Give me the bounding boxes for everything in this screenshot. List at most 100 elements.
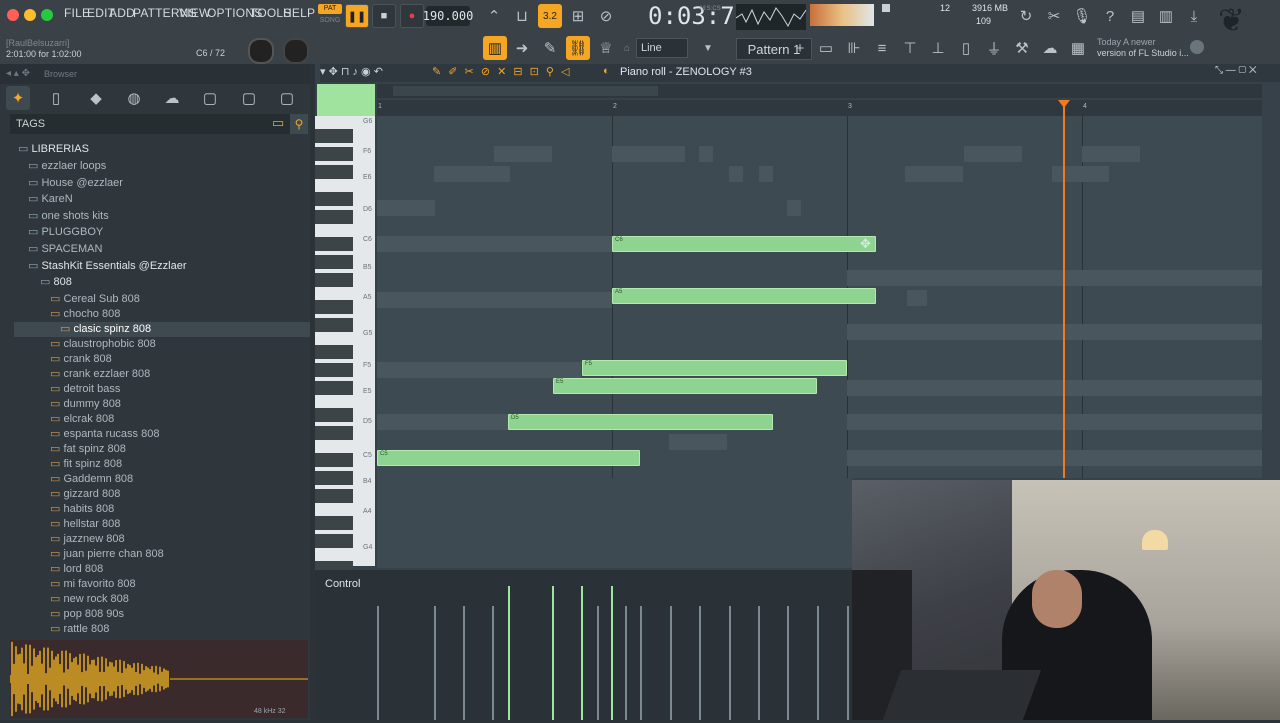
stamp-icon[interactable]: ♕ <box>594 36 618 60</box>
pat-mode-toggle[interactable]: PAT <box>318 4 342 14</box>
velocity-bar[interactable] <box>625 606 627 720</box>
tree-folder[interactable]: ▭ StashKit Essentials @Ezzlaer <box>28 259 187 274</box>
file-item[interactable]: ▭ new rock 808 <box>50 592 129 607</box>
file-item[interactable]: ▭ chocho 808 <box>50 307 120 322</box>
black-key[interactable] <box>315 147 353 161</box>
velocity-bar[interactable] <box>552 586 554 720</box>
black-key[interactable] <box>315 237 353 251</box>
piano-roll-menu-icon[interactable]: ▾ ✥ ⊓ ♪ ◉ ↶ <box>320 65 383 78</box>
file-icon[interactable]: ▯ <box>954 36 978 60</box>
file-item[interactable]: ▭ espanta rucass 808 <box>50 427 159 442</box>
file-item[interactable]: ▭ lord 808 <box>50 562 103 577</box>
file-item[interactable]: ▭ pop 808 90s <box>50 607 124 622</box>
piano-roll-title[interactable]: Piano roll - ZENOLOGY #3 <box>620 66 752 78</box>
menu-add[interactable]: ADD <box>109 6 135 20</box>
close-window-button[interactable] <box>7 9 19 21</box>
speaker-icon[interactable]: ◐ <box>603 65 610 77</box>
velocity-bar[interactable] <box>611 586 613 720</box>
help-icon[interactable]: ? <box>1098 4 1122 28</box>
microphone-icon[interactable]: 🎙 <box>1070 4 1094 28</box>
add-pattern-icon[interactable]: + <box>788 36 812 60</box>
mixer-tool-icon[interactable]: ✂ <box>1042 4 1066 28</box>
browser-folder-icon[interactable]: ▢ <box>198 86 222 110</box>
timeline-overview[interactable] <box>377 84 1262 98</box>
song-mode-toggle[interactable]: SONG <box>318 16 342 26</box>
velocity-bar[interactable] <box>492 606 494 720</box>
black-key[interactable] <box>315 318 353 332</box>
tree-folder[interactable]: ▭ PLUGGBOY <box>28 225 103 240</box>
black-key[interactable] <box>315 534 353 548</box>
hierarchy-icon[interactable]: ⊥ <box>926 36 950 60</box>
file-item[interactable]: ▭ fit spinz 808 <box>50 457 122 472</box>
master-pitch-knob[interactable] <box>283 38 309 64</box>
minimize-window-button[interactable] <box>24 9 36 21</box>
tree-folder[interactable]: ▭ House @ezzlaer <box>28 176 123 191</box>
black-key[interactable] <box>315 129 353 143</box>
velocity-bar[interactable] <box>434 606 436 720</box>
record-button[interactable]: ● <box>400 4 424 28</box>
velocity-bar[interactable] <box>847 606 849 720</box>
black-key[interactable] <box>315 165 353 179</box>
tags-label[interactable]: TAGS <box>16 118 45 130</box>
arrow-right-icon[interactable]: ➜ <box>510 36 534 60</box>
timeline-ruler[interactable]: 1 2 3 4 <box>377 100 1262 116</box>
save-icon[interactable]: ▤ <box>1126 4 1150 28</box>
browser-cloud-icon[interactable]: ☁ <box>160 86 184 110</box>
plug-icon[interactable]: ⏚ <box>982 36 1006 60</box>
velocity-bar[interactable] <box>508 586 510 720</box>
file-item[interactable]: ▭ detroit bass <box>50 382 120 397</box>
black-key[interactable] <box>315 273 353 287</box>
velocity-bar[interactable] <box>640 606 642 720</box>
browser-recent-icon[interactable]: ▢ <box>237 86 261 110</box>
file-item[interactable]: ▭ crank 808 <box>50 352 112 367</box>
sliders-icon[interactable]: ⊤ <box>898 36 922 60</box>
overview-scroll-thumb[interactable] <box>393 86 658 96</box>
browser-db-icon[interactable]: ◍ <box>122 86 146 110</box>
playhead[interactable] <box>1063 100 1065 478</box>
maximize-window-button[interactable] <box>41 9 53 21</box>
file-item[interactable]: ▭ juan pierre chan 808 <box>50 547 164 562</box>
playhead-marker-icon[interactable] <box>1058 100 1070 108</box>
note[interactable]: A5 <box>612 288 876 304</box>
black-key[interactable] <box>315 453 353 467</box>
channel-rack-icon[interactable]: ⊪ <box>842 36 866 60</box>
black-key[interactable] <box>315 363 353 377</box>
file-item[interactable]: ▭ Cereal Sub 808 <box>50 292 140 307</box>
tempo-display[interactable]: 190.000 <box>423 6 473 26</box>
tree-folder[interactable]: ▭ ezzlaer loops <box>28 159 106 174</box>
browser-files-icon[interactable]: ▯ <box>44 86 68 110</box>
file-item[interactable]: ▭ habits 808 <box>50 502 114 517</box>
pencil-tool-icon[interactable]: ✎ <box>538 36 562 60</box>
countdown-icon[interactable]: 3.2 <box>538 4 562 28</box>
file-item[interactable]: ▭ claustrophobic 808 <box>50 337 156 352</box>
piano-keyboard[interactable]: G6 F6 E6 D6 C6 B5 A5 G5 F5 E5 D5 C5 B4 A4 G4 <box>315 116 375 575</box>
black-key[interactable] <box>315 471 353 485</box>
note-grid[interactable]: C6 A5 F5 E5 D5 C5 <box>377 116 1262 478</box>
wrench-icon[interactable]: ⚒ <box>1010 36 1034 60</box>
undo-history-icon[interactable]: ↻ <box>1014 4 1038 28</box>
news-line-1[interactable]: Today A newer <box>1097 37 1156 47</box>
news-icon[interactable] <box>1190 40 1204 54</box>
download-icon[interactable]: ⤓ <box>1182 4 1206 28</box>
piano-roll-icon[interactable]: ▥ <box>483 36 507 60</box>
file-item[interactable]: ▭ rattle 808 <box>50 622 109 637</box>
master-volume-knob[interactable] <box>248 38 274 64</box>
tree-folder[interactable]: ▭ KareN <box>28 192 73 207</box>
note[interactable]: C5 <box>377 450 640 466</box>
snap-chevron-icon[interactable]: ▼ <box>696 36 720 60</box>
file-item[interactable]: ▭ jazznew 808 <box>50 532 125 547</box>
black-key[interactable] <box>315 516 353 530</box>
file-item[interactable]: ▭ dummy 808 <box>50 397 121 412</box>
cloud-icon[interactable]: ☁ <box>1038 36 1062 60</box>
link-icon[interactable]: ⛓ <box>566 36 590 60</box>
file-item[interactable]: ▭ hellstar 808 <box>50 517 120 532</box>
black-key[interactable] <box>315 381 353 395</box>
tool-icons[interactable]: ✎ ✐ ✂ ⊘ ✕ ⊟ ⊡ ⚲ ◁ <box>432 65 571 78</box>
file-item[interactable]: ▭ elcrak 808 <box>50 412 114 427</box>
song-time-display[interactable]: 0:03:70 <box>648 2 749 30</box>
file-item[interactable]: ▭ fat spinz 808 <box>50 442 126 457</box>
note[interactable]: C6 <box>612 236 876 252</box>
file-item[interactable]: ▭ Gaddemn 808 <box>50 472 133 487</box>
loop-record-icon[interactable]: ⊘ <box>594 4 618 28</box>
menu-view[interactable]: VIEW <box>179 6 210 20</box>
